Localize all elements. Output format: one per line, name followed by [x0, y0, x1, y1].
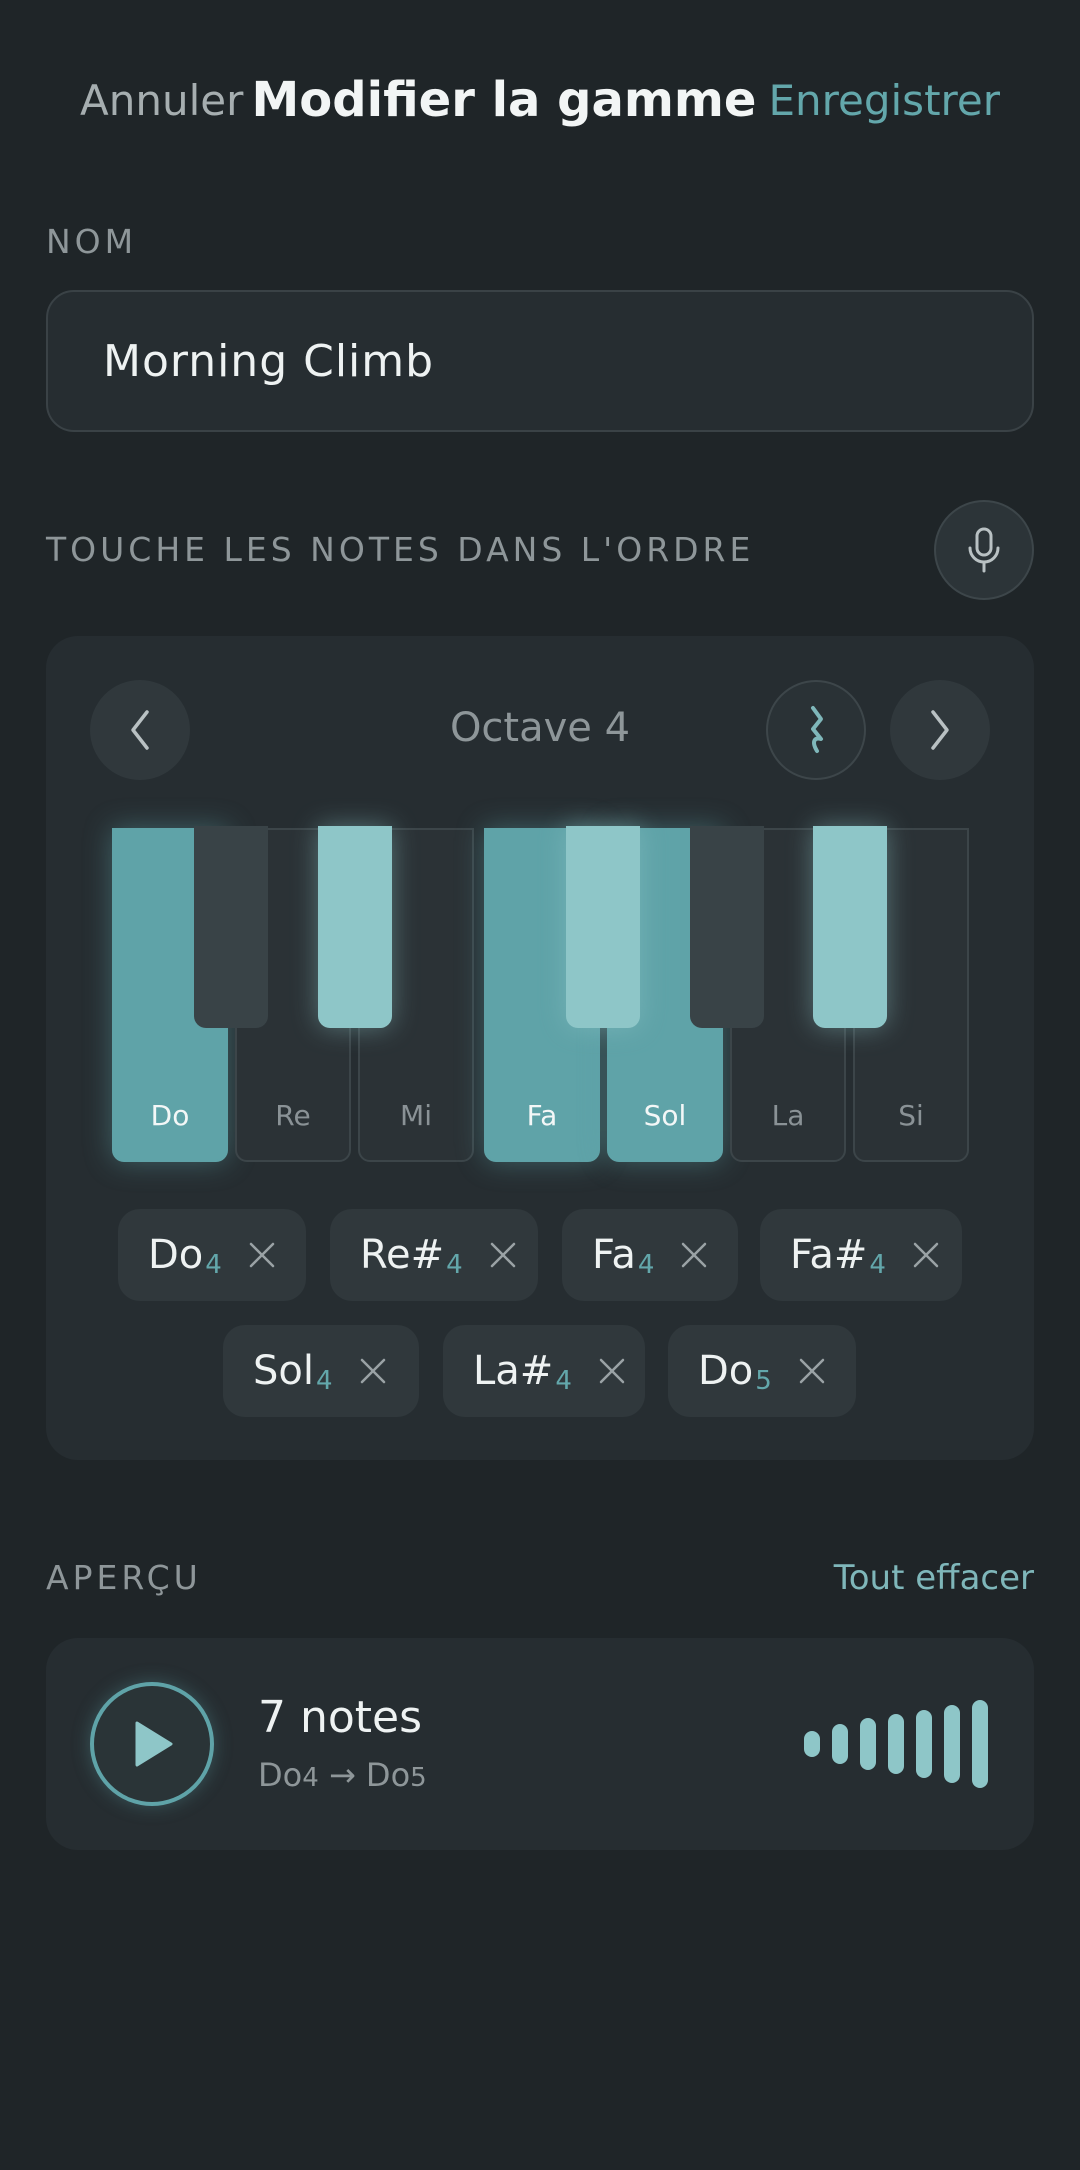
note-chip[interactable]: Do 4 [118, 1209, 306, 1301]
clear-all-button[interactable]: Tout effacer [834, 1558, 1034, 1598]
name-input[interactable]: Morning Climb [46, 290, 1034, 432]
waveform-bar [860, 1718, 876, 1770]
waveform-bar [916, 1710, 932, 1778]
close-icon[interactable] [798, 1357, 826, 1385]
note-chip[interactable]: Fa 4 [562, 1209, 738, 1301]
range-arrow: → [328, 1756, 356, 1794]
range-end: Do [365, 1756, 411, 1794]
chip-note: La# [473, 1348, 554, 1394]
notes-section-label: TOUCHE LES NOTES DANS L'ORDRE [46, 530, 755, 569]
close-icon[interactable] [248, 1241, 276, 1269]
chip-octave: 4 [869, 1250, 886, 1280]
black-key-sol-sharp[interactable] [690, 826, 764, 1028]
cancel-button[interactable]: Annuler [80, 76, 243, 125]
waveform-bar [832, 1724, 848, 1764]
waveform-bar [804, 1731, 820, 1757]
note-count: 7 notes [258, 1692, 423, 1743]
note-chip[interactable]: Sol 4 [223, 1325, 419, 1417]
close-icon[interactable] [489, 1241, 517, 1269]
play-icon [135, 1721, 173, 1767]
range-end-octave: 5 [410, 1763, 427, 1793]
note-chip[interactable]: Fa# 4 [760, 1209, 962, 1301]
close-icon[interactable] [359, 1357, 387, 1385]
name-label: NOM [46, 222, 138, 261]
octave-next-button[interactable] [890, 680, 990, 780]
chip-octave: 4 [315, 1366, 333, 1396]
chip-octave: 5 [755, 1366, 772, 1396]
preview-label: APERÇU [46, 1558, 202, 1597]
black-key-fa-sharp[interactable] [566, 826, 640, 1028]
waveform-bar [888, 1714, 904, 1774]
waveform-bar [972, 1700, 988, 1788]
waveform-bar [944, 1705, 960, 1783]
chip-note: Sol [253, 1348, 314, 1394]
black-key-la-sharp[interactable] [813, 826, 887, 1028]
chip-note: Re# [360, 1232, 445, 1278]
range-start-octave: 4 [302, 1763, 319, 1793]
note-chip[interactable]: Re# 4 [330, 1209, 538, 1301]
close-icon[interactable] [598, 1357, 626, 1385]
note-chip[interactable]: Do 5 [668, 1325, 856, 1417]
chip-note: Fa# [790, 1232, 868, 1278]
chip-octave: 4 [637, 1250, 655, 1280]
chip-octave: 4 [446, 1250, 463, 1280]
note-range: Do4 → Do5 [258, 1756, 427, 1794]
chip-octave: 4 [555, 1366, 572, 1396]
chip-note: Do [148, 1232, 204, 1278]
close-icon[interactable] [912, 1241, 940, 1269]
octave-label: Octave 4 [449, 705, 631, 751]
black-key-do-sharp[interactable] [194, 826, 268, 1028]
name-input-value: Morning Climb [103, 335, 435, 387]
mic-button[interactable] [934, 500, 1034, 600]
chevron-right-icon [931, 710, 949, 750]
waveform-icon [804, 1700, 990, 1788]
save-button[interactable]: Enregistrer [769, 76, 1000, 125]
close-icon[interactable] [680, 1241, 708, 1269]
chip-note: Do [698, 1348, 754, 1394]
chip-note: Fa [592, 1232, 636, 1278]
note-chip[interactable]: La# 4 [443, 1325, 645, 1417]
rest-icon [811, 706, 823, 753]
mic-icon [968, 527, 1000, 573]
range-start: Do [258, 1756, 303, 1794]
rest-button[interactable] [766, 680, 866, 780]
play-button[interactable] [90, 1682, 214, 1806]
black-key-re-sharp[interactable] [318, 826, 392, 1028]
chip-octave: 4 [205, 1250, 222, 1280]
